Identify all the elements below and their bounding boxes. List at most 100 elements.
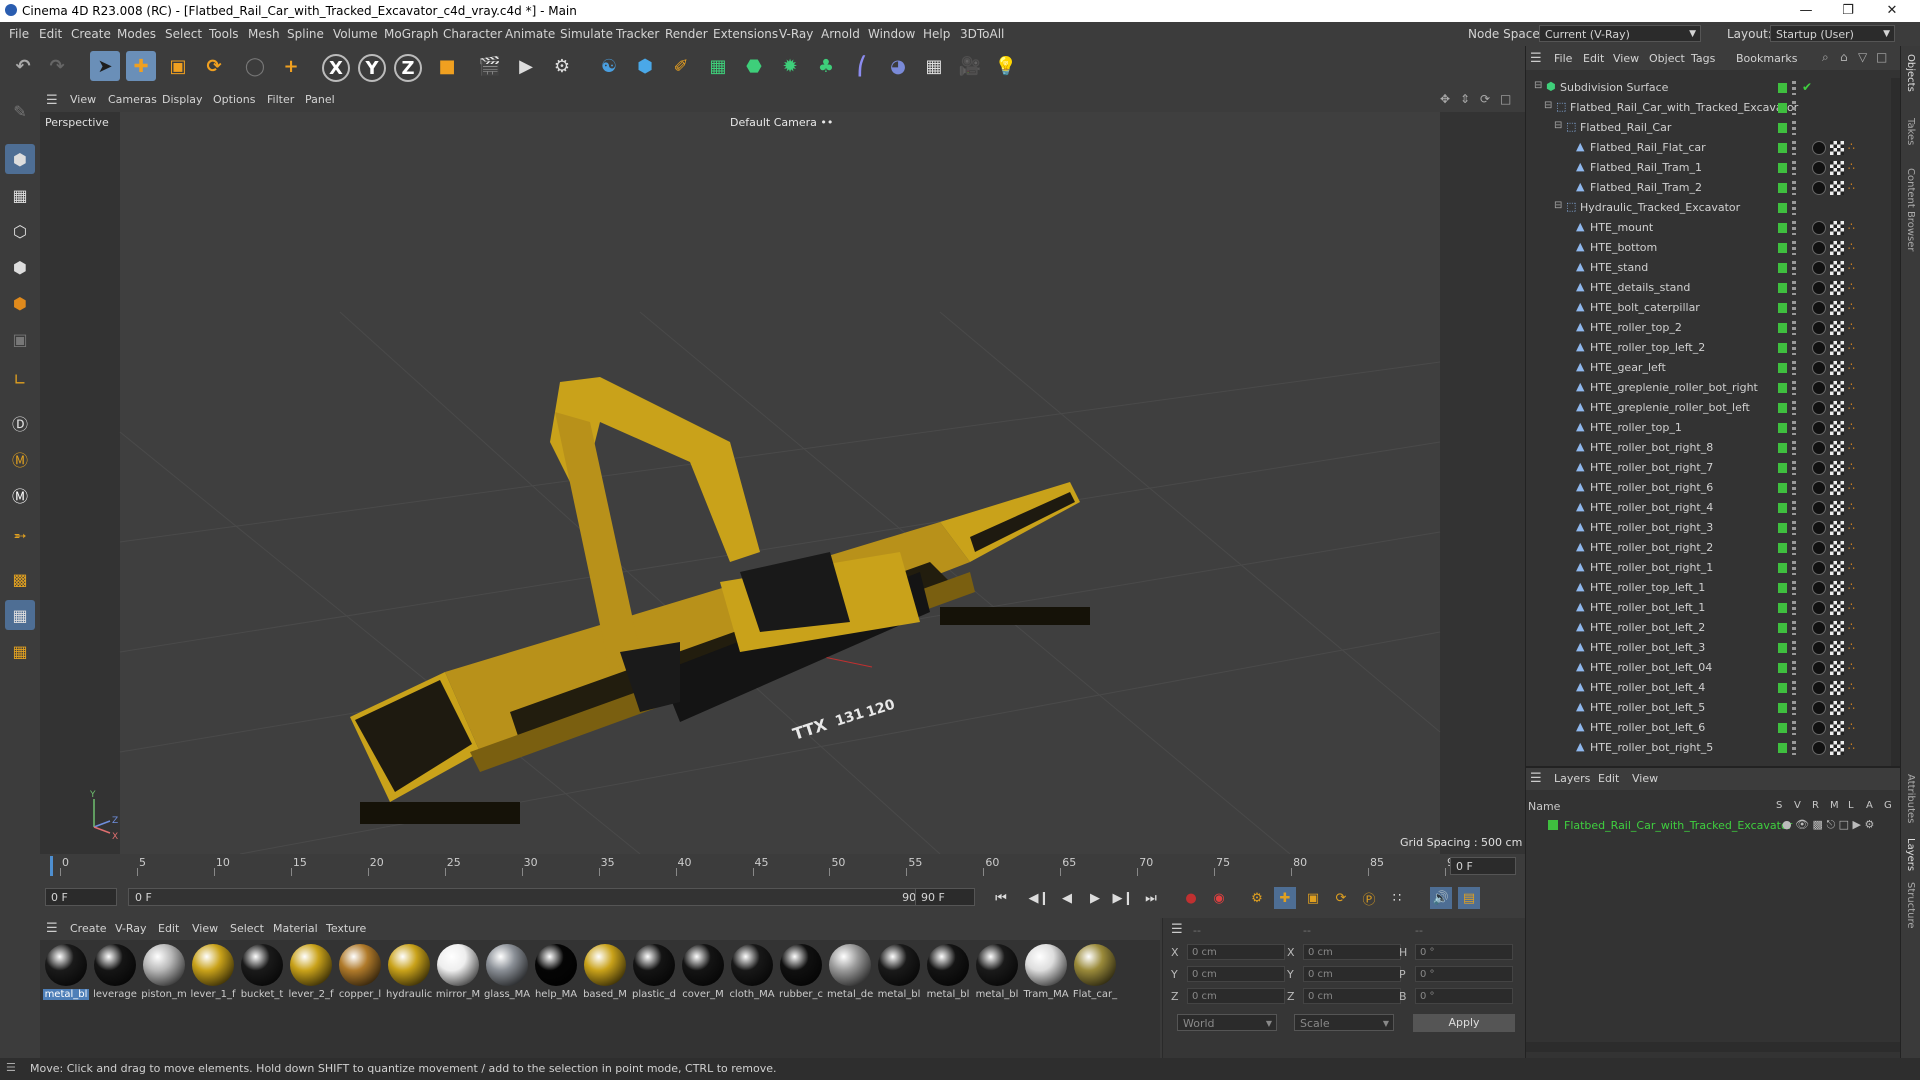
menu-simulate[interactable]: Simulate <box>560 27 613 41</box>
menu-modes[interactable]: Modes <box>117 27 156 41</box>
texture-tag-icon[interactable] <box>1830 661 1844 675</box>
visibility-dots-icon[interactable] <box>1792 601 1796 615</box>
object-row[interactable]: ▲ HTE_roller_bot_right_7 ∴ <box>1526 458 1891 478</box>
add-tool-icon[interactable]: + <box>276 51 306 81</box>
menu-animate[interactable]: Animate <box>505 27 555 41</box>
visibility-dots-icon[interactable] <box>1792 481 1796 495</box>
workplane-icon[interactable]: ▩ <box>5 564 35 594</box>
camera-label[interactable]: Default Camera •• <box>730 116 833 129</box>
menu-file[interactable]: File <box>9 27 29 41</box>
vray-tag-icon[interactable]: ∴ <box>1848 601 1860 613</box>
floor-icon[interactable]: ▦ <box>919 51 949 81</box>
autokey-icon[interactable]: ◉ <box>1208 887 1230 909</box>
material-swatch[interactable]: Flat_car_ <box>1072 944 1118 1000</box>
viewport-menu-filter[interactable]: Filter <box>267 93 294 106</box>
new-window-icon[interactable]: □ <box>1876 50 1887 64</box>
material-swatch[interactable]: bucket_t <box>239 944 285 1000</box>
layer-color-icon[interactable] <box>1778 283 1787 293</box>
menu-extensions[interactable]: Extensions <box>713 27 778 41</box>
object-row[interactable]: ▲ HTE_roller_bot_left_4 ∴ <box>1526 678 1891 698</box>
expand-icon[interactable]: ⊟ <box>1534 80 1542 91</box>
extrude-icon[interactable]: ⬣ <box>739 51 769 81</box>
max-frame-field[interactable]: 90 F <box>915 888 975 906</box>
vray-tag-icon[interactable]: ∴ <box>1848 261 1860 273</box>
menu-3dtoall[interactable]: 3DToAll <box>960 27 1004 41</box>
menu-create[interactable]: Create <box>71 27 111 41</box>
visibility-dots-icon[interactable] <box>1792 641 1796 655</box>
object-row[interactable]: ▲ HTE_bottom ∴ <box>1526 238 1891 258</box>
vray-tag-icon[interactable]: ∴ <box>1848 161 1860 173</box>
object-row[interactable]: ▲ HTE_roller_bot_right_3 ∴ <box>1526 518 1891 538</box>
object-row[interactable]: ⊟ ⬢ Subdivision Surface ✔ <box>1526 78 1891 98</box>
key-rotation-icon[interactable]: ⟳ <box>1330 887 1352 909</box>
vray-tag-icon[interactable]: ∴ <box>1848 661 1860 673</box>
object-row[interactable]: ▲ HTE_roller_bot_right_2 ∴ <box>1526 538 1891 558</box>
vray-tag-icon[interactable]: ∴ <box>1848 401 1860 413</box>
texture-tag-icon[interactable] <box>1830 561 1844 575</box>
layer-color-icon[interactable] <box>1778 123 1787 133</box>
vray-tag-icon[interactable]: ∴ <box>1848 721 1860 733</box>
camera-icon[interactable]: 🎥 <box>955 51 985 81</box>
material-tag-icon[interactable] <box>1812 541 1826 555</box>
world-dropdown[interactable]: World ▼ <box>1177 1014 1277 1031</box>
pen-spline-icon[interactable]: ✐ <box>666 51 696 81</box>
obj-menu-file[interactable]: File <box>1554 52 1572 65</box>
layer-menu-view[interactable]: View <box>1632 772 1658 785</box>
material-swatch[interactable]: cover_M <box>680 944 726 1000</box>
coord-field[interactable]: 0 cm <box>1187 944 1285 960</box>
rotate-view-icon[interactable]: ⟳ <box>1480 92 1490 106</box>
viewport-menu-view[interactable]: View <box>70 93 96 106</box>
material-swatch[interactable]: help_MA <box>533 944 579 1000</box>
vray-tag-icon[interactable]: ∴ <box>1848 321 1860 333</box>
object-row[interactable]: ▲ HTE_roller_bot_left_2 ∴ <box>1526 618 1891 638</box>
viewport-menu-options[interactable]: Options <box>213 93 255 106</box>
timeline-icon[interactable]: ▤ <box>1458 887 1480 909</box>
status-menu-icon[interactable]: ☰ <box>6 1061 16 1074</box>
layer-color-icon[interactable] <box>1778 483 1787 493</box>
vray-tag-icon[interactable]: ∴ <box>1848 561 1860 573</box>
material-tag-icon[interactable] <box>1812 281 1826 295</box>
layer-color-icon[interactable] <box>1778 203 1787 213</box>
texture-tag-icon[interactable] <box>1830 161 1844 175</box>
key-scale-icon[interactable]: ▣ <box>1302 887 1324 909</box>
layer-color-icon[interactable] <box>1778 703 1787 713</box>
timeline-playhead[interactable] <box>50 856 53 876</box>
menu-volume[interactable]: Volume <box>333 27 378 41</box>
recent-tool-icon[interactable]: ◯ <box>240 51 270 81</box>
material-swatch[interactable]: metal_de <box>827 944 873 1000</box>
layer-color-icon[interactable] <box>1778 303 1787 313</box>
layer-color-icon[interactable] <box>1778 223 1787 233</box>
layer-color-icon[interactable] <box>1778 323 1787 333</box>
render-view-icon[interactable]: 🎬 <box>475 51 505 81</box>
grid-icon[interactable]: ▦ <box>5 600 35 630</box>
texture-tag-icon[interactable] <box>1830 141 1844 155</box>
object-row[interactable]: ▲ Flatbed_Rail_Flat_car ∴ <box>1526 138 1891 158</box>
mat-menu-material[interactable]: Material <box>273 922 318 935</box>
texture-tag-icon[interactable] <box>1830 221 1844 235</box>
vray-tag-icon[interactable]: ∴ <box>1848 381 1860 393</box>
search-icon[interactable]: ⌕ <box>1822 50 1829 65</box>
maximize-view-icon[interactable]: □ <box>1500 92 1511 106</box>
mat-menu-view[interactable]: View <box>192 922 218 935</box>
points-mode-icon[interactable]: ⬡ <box>5 216 35 246</box>
coord-field[interactable]: 0 cm <box>1187 966 1285 982</box>
perspective-viewport[interactable]: TTX 131 120 Perspective Default Camera •… <box>40 112 1525 854</box>
material-tag-icon[interactable] <box>1812 441 1826 455</box>
texture-tag-icon[interactable] <box>1830 721 1844 735</box>
layer-toggles[interactable]: ● 👁 ▩ ⎋ □ ▶ ⚙ <box>1782 818 1874 832</box>
object-row[interactable]: ▲ HTE_roller_bot_right_8 ∴ <box>1526 438 1891 458</box>
layer-menu-layers[interactable]: Layers <box>1554 772 1590 785</box>
texture-tag-icon[interactable] <box>1830 521 1844 535</box>
visibility-dots-icon[interactable] <box>1792 561 1796 575</box>
visibility-dots-icon[interactable] <box>1792 141 1796 155</box>
menu-mesh[interactable]: Mesh <box>248 27 280 41</box>
tweak-icon[interactable]: ➵ <box>5 520 35 550</box>
layer-color-icon[interactable] <box>1778 103 1787 113</box>
expand-icon[interactable]: ⊟ <box>1544 100 1552 111</box>
vray-tag-icon[interactable]: ∴ <box>1848 501 1860 513</box>
hamburger-icon[interactable]: ☰ <box>1530 51 1542 66</box>
x-axis-lock-button[interactable]: X <box>322 54 350 82</box>
coord-field[interactable]: 0 cm <box>1303 944 1401 960</box>
snap-settings-icon[interactable]: Ⓜ <box>5 444 35 474</box>
material-swatch[interactable]: rubber_c <box>778 944 824 1000</box>
